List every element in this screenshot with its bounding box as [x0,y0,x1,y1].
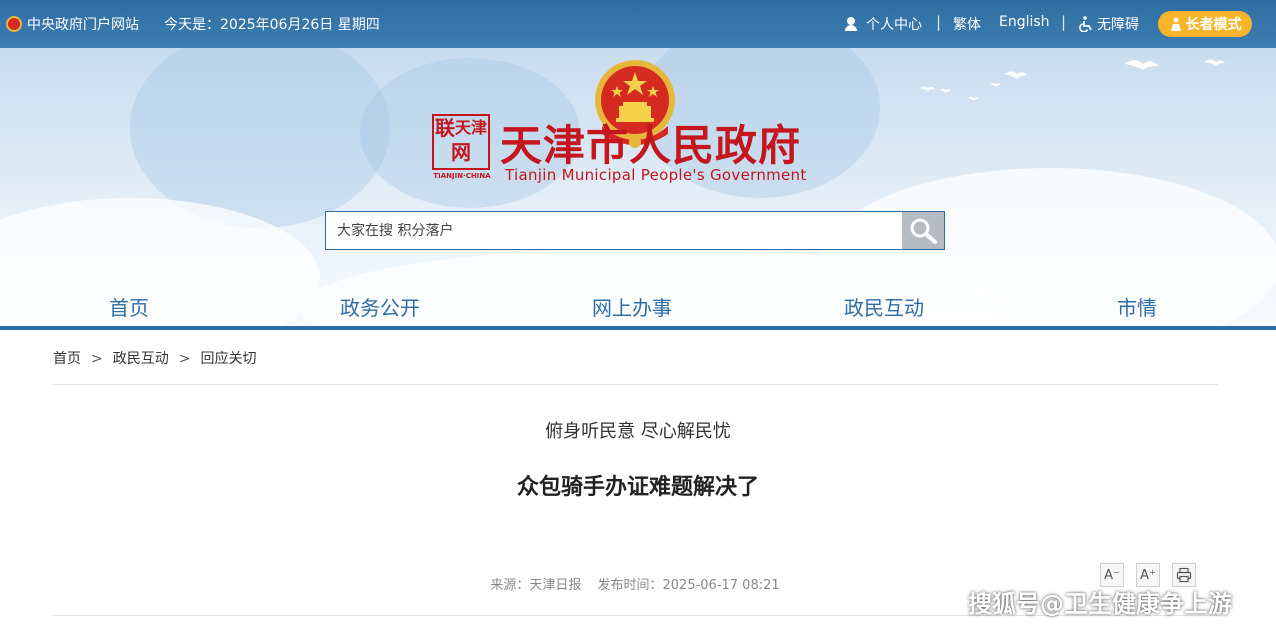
article-subtitle: 俯身听民意 尽心解民忧 [545,421,731,442]
wheelchair-icon [1079,16,1092,32]
breadcrumb-home[interactable]: 首页 [53,348,81,368]
breadcrumb: 首页 > 政民互动 > 回应关切 [53,348,256,368]
doves-decoration [920,59,1225,101]
search-icon [910,218,937,244]
user-icon [844,17,858,31]
nav-item-gov-affairs[interactable]: 政务公开 [340,292,420,321]
search-button[interactable] [902,212,944,249]
site-subtitle: Tianjin Municipal People's Government [505,166,807,184]
breadcrumb-response[interactable]: 回应关切 [200,348,256,368]
date-text: 今天是：2025年06月26日 星期四 [164,17,380,33]
gov-portal-label: 中央政府门户网站 [27,17,139,33]
article-source: 来源：天津日报 [490,578,582,593]
logo-seal-caption: TIANJIN·CHINA [433,172,491,180]
english-link[interactable]: English [999,14,1050,30]
breadcrumb-sep: > [91,351,103,367]
nav-underline [0,326,1276,330]
tianjin-logo-seal: 联天津 网 [432,114,490,170]
nav-item-home[interactable]: 首页 [109,292,149,321]
search-input[interactable] [326,212,902,249]
separator: | [936,13,942,31]
elder-mode-label: 长者模式 [1185,17,1242,33]
nav-item-interaction[interactable]: 政民互动 [844,292,924,321]
traditional-chinese-link[interactable]: 繁体 [953,14,981,34]
gov-portal-link[interactable]: 中央政府门户网站 [6,14,139,34]
elder-icon [1170,17,1181,31]
breadcrumb-interaction[interactable]: 政民互动 [113,348,169,368]
accessibility-link[interactable]: 无障碍 [1078,14,1139,34]
breadcrumb-sep: > [178,351,191,367]
divider [52,384,1218,385]
print-icon [1176,567,1192,583]
national-emblem-icon [6,16,22,32]
separator: | [1061,13,1067,31]
elder-mode-button[interactable]: 长者模式 [1158,11,1252,37]
personal-center-link[interactable]: 个人中心 [844,14,922,34]
top-bar: 中央政府门户网站 今天是：2025年06月26日 星期四 个人中心 | 繁体 E… [0,0,1276,48]
site-title: 天津市人民政府 [500,121,802,170]
search-box [325,211,945,250]
main-nav: 首页 政务公开 网上办事 政民互动 市情 [0,280,1276,326]
header-banner: 联天津 网 TIANJIN·CHINA 天津市人民政府 Tianjin Muni… [0,48,1276,326]
nav-item-online-services[interactable]: 网上办事 [592,292,672,321]
nav-item-city-info[interactable]: 市情 [1117,292,1157,321]
personal-center-label: 个人中心 [866,17,922,33]
watermark: 搜狐号@卫生健康争上游 [968,590,1232,618]
article-publish-time: 发布时间：2025-06-17 08:21 [597,578,780,593]
accessibility-label: 无障碍 [1097,17,1139,33]
article-title: 众包骑手办证难题解决了 [516,475,759,500]
